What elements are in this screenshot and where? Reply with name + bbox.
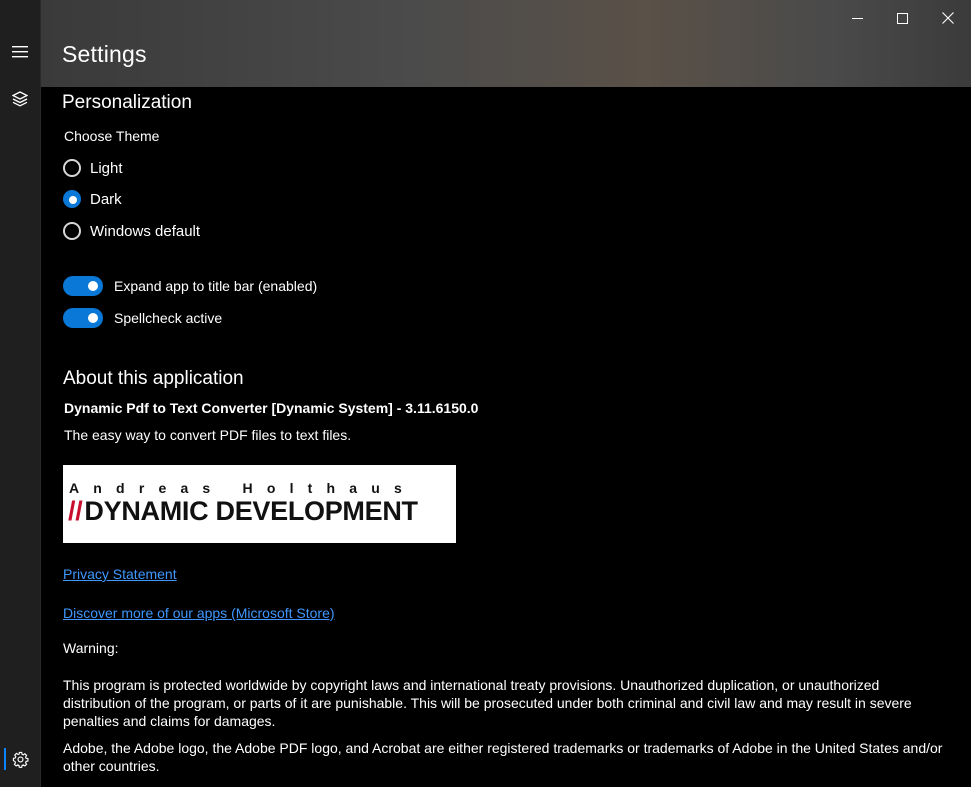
developer-logo: Andreas Holthaus //DYNAMIC DEVELOPMENT <box>63 465 456 543</box>
maximize-button[interactable] <box>880 4 925 32</box>
logo-brand: DYNAMIC DEVELOPMENT <box>84 496 418 526</box>
close-button[interactable] <box>925 4 970 32</box>
microsoft-store-link[interactable]: Discover more of our apps (Microsoft Sto… <box>63 605 335 621</box>
radio-dark[interactable] <box>63 190 81 208</box>
warning-label: Warning: <box>63 640 119 656</box>
radio-windows-default[interactable] <box>63 222 81 240</box>
logo-bottom-text: //DYNAMIC DEVELOPMENT <box>68 496 418 527</box>
expand-title-bar-toggle[interactable] <box>63 276 103 296</box>
maximize-icon <box>897 12 908 24</box>
about-heading: About this application <box>63 368 244 389</box>
logo-top-text: Andreas Holthaus <box>69 480 416 496</box>
theme-option-light[interactable]: Light <box>63 157 123 179</box>
close-icon <box>941 12 954 24</box>
app-tagline: The easy way to convert PDF files to tex… <box>64 427 352 443</box>
toggle-row-spellcheck[interactable]: Spellcheck active <box>63 307 222 329</box>
layers-nav-button[interactable] <box>0 79 40 119</box>
radio-windows-default-label: Windows default <box>90 222 201 240</box>
privacy-statement-link[interactable]: Privacy Statement <box>63 566 177 582</box>
app-name-version: Dynamic Pdf to Text Converter [Dynamic S… <box>64 400 479 416</box>
page-title: Settings <box>62 41 147 67</box>
radio-dark-label: Dark <box>90 190 122 208</box>
choose-theme-label: Choose Theme <box>64 128 160 144</box>
spellcheck-toggle[interactable] <box>63 308 103 328</box>
minimize-icon <box>852 17 863 19</box>
radio-light-label: Light <box>90 159 123 177</box>
nav-rail <box>0 0 41 787</box>
spellcheck-label: Spellcheck active <box>114 310 223 326</box>
personalization-heading: Personalization <box>62 92 192 113</box>
copyright-warning-text: This program is protected worldwide by c… <box>63 677 912 729</box>
minimize-button[interactable] <box>835 4 880 32</box>
expand-title-bar-label: Expand app to title bar (enabled) <box>114 278 318 294</box>
gear-icon <box>12 751 29 768</box>
radio-light[interactable] <box>63 159 81 177</box>
logo-slash: // <box>68 496 83 526</box>
theme-option-windows-default[interactable]: Windows default <box>63 220 200 242</box>
settings-nav-button[interactable] <box>0 739 40 779</box>
theme-option-dark[interactable]: Dark <box>63 188 122 210</box>
hamburger-icon <box>12 46 28 58</box>
toggle-row-expand-title-bar[interactable]: Expand app to title bar (enabled) <box>63 275 317 297</box>
hamburger-menu-button[interactable] <box>0 32 40 72</box>
trademark-text: Adobe, the Adobe logo, the Adobe PDF log… <box>63 740 943 774</box>
layers-icon <box>12 91 28 107</box>
title-bar: Settings <box>41 0 971 87</box>
